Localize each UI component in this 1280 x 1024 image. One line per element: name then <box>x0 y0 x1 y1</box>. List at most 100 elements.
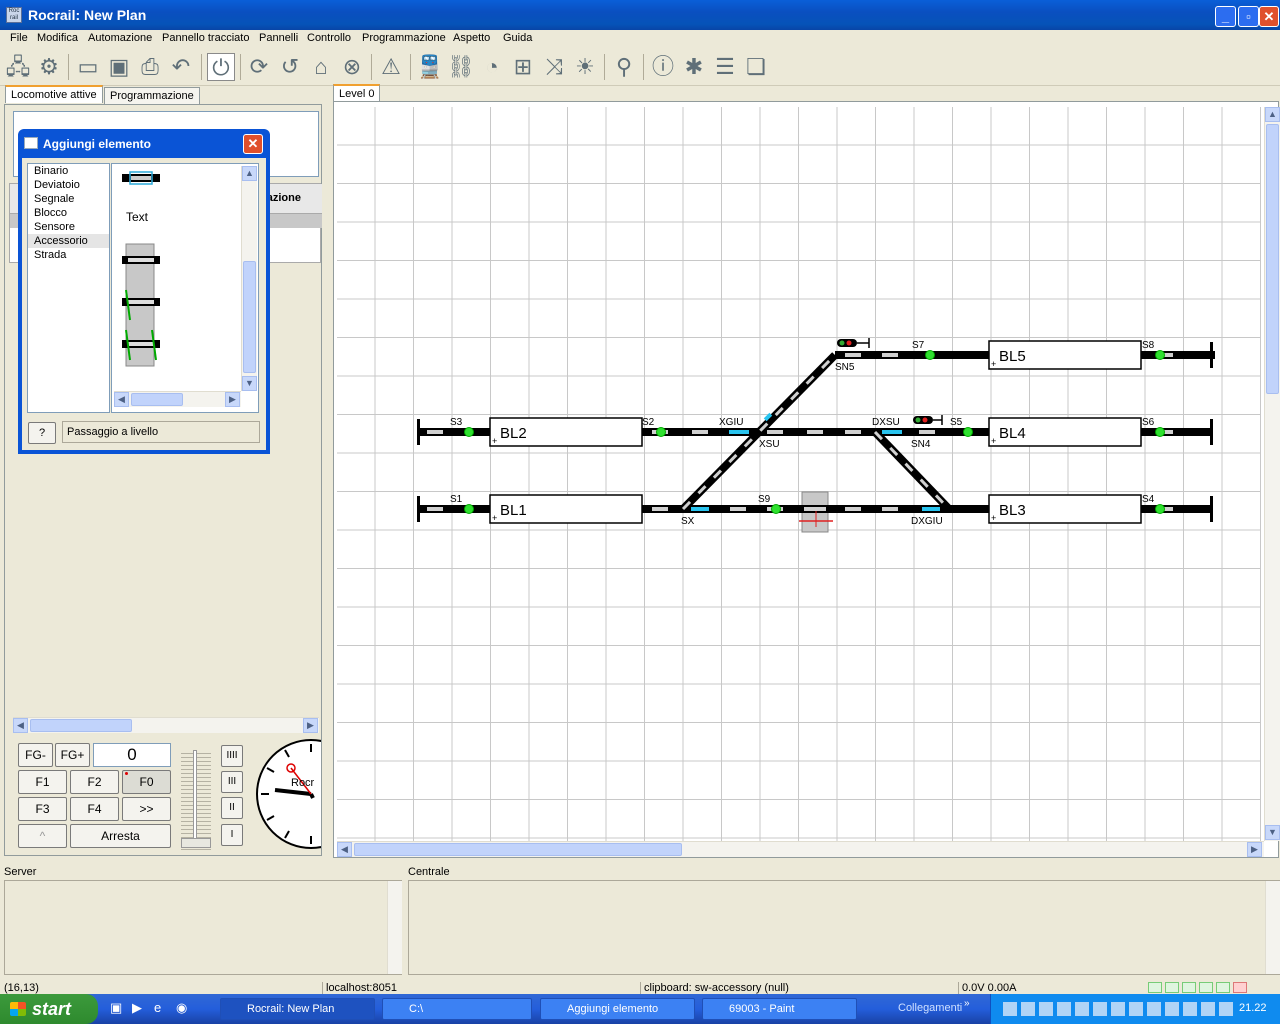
f3-button[interactable]: F3 <box>18 797 67 821</box>
bug-icon[interactable]: ✱ <box>680 53 708 81</box>
menu-pannelli[interactable]: Pannelli <box>259 32 298 44</box>
print-icon[interactable]: ⎙ <box>136 53 164 81</box>
block-bl4[interactable]: BL4 <box>999 425 1026 442</box>
scroll-up-arrow[interactable]: ▲ <box>242 166 257 181</box>
block-bl3[interactable]: BL3 <box>999 502 1026 519</box>
shuffle-icon[interactable]: ⤨ <box>540 53 568 81</box>
tab-level-0[interactable]: Level 0 <box>333 84 381 102</box>
list-icon[interactable]: ☰ <box>711 53 739 81</box>
plan-hscrollbar[interactable]: ◀ ▶ <box>337 841 1264 857</box>
open-icon[interactable]: ▭ <box>74 53 102 81</box>
close-button[interactable]: ✕ <box>1259 6 1279 27</box>
dialog-close-button[interactable]: ✕ <box>243 134 263 154</box>
desktop-icon[interactable]: ▣ <box>110 1000 122 1016</box>
category-sensore[interactable]: Sensore <box>28 220 109 234</box>
block-bl2[interactable]: BL2 <box>500 425 527 442</box>
element-preview-list[interactable]: Text ▲ ▼ ◀ ▶ <box>111 163 259 413</box>
media-player-icon[interactable]: ▶ <box>132 1000 142 1016</box>
light-icon[interactable]: ☀ <box>571 53 599 81</box>
help-button[interactable]: ? <box>28 422 56 444</box>
block-bl5[interactable]: BL5 <box>999 348 1026 365</box>
more-functions-button[interactable]: >> <box>122 797 171 821</box>
menu-aspetto[interactable]: Aspetto <box>453 32 490 44</box>
central-log[interactable] <box>408 880 1280 975</box>
category-accessorio[interactable]: Accessorio <box>28 234 109 248</box>
step-3-button[interactable]: III <box>221 771 243 793</box>
scroll-down-arrow[interactable]: ▼ <box>1265 825 1280 840</box>
settings-icon[interactable]: ⚙ <box>35 53 63 81</box>
server-log[interactable] <box>4 880 402 975</box>
loco-list-hscrollbar[interactable]: ◀ ▶ <box>13 717 319 733</box>
stop-button[interactable]: Arresta <box>70 824 171 848</box>
maximize-button[interactable]: ▫ <box>1238 6 1259 27</box>
menu-automazione[interactable]: Automazione <box>88 32 152 44</box>
cars-icon[interactable]: ⛓ <box>447 53 475 81</box>
category-binario[interactable]: Binario <box>28 164 109 178</box>
speed-slider[interactable] <box>181 750 211 850</box>
power-icon[interactable]: ⏻ <box>207 53 235 81</box>
search-icon[interactable]: ⚲ <box>610 53 638 81</box>
track-plan-canvas[interactable]: BL5 BL2 BL4 BL1 BL3 + + + + + S7 S8 SN5 S3 S… <box>337 107 1261 841</box>
plan-vscrollbar[interactable]: ▲ ▼ <box>1264 107 1280 841</box>
home-icon[interactable]: ⌂ <box>307 53 335 81</box>
undo-icon[interactable]: ↶ <box>167 53 195 81</box>
step-4-button[interactable]: IIII <box>221 745 243 767</box>
category-blocco[interactable]: Blocco <box>28 206 109 220</box>
category-deviatoio[interactable]: Deviatoio <box>28 178 109 192</box>
scroll-left-arrow[interactable]: ◀ <box>13 718 28 733</box>
reset-icon[interactable]: ↺ <box>276 53 304 81</box>
tab-programmazione[interactable]: Programmazione <box>104 87 200 104</box>
connect-icon[interactable]: 🖧 <box>4 53 32 81</box>
task-add-element[interactable]: Aggiungi elemento <box>540 998 695 1020</box>
scroll-right-arrow[interactable]: ▶ <box>303 718 318 733</box>
minimize-button[interactable]: _ <box>1215 6 1236 27</box>
save-icon[interactable]: ▣ <box>105 53 133 81</box>
task-rocrail[interactable]: Rocrail: New Plan <box>220 998 375 1020</box>
tray-icons[interactable] <box>1003 1002 1233 1016</box>
category-list[interactable]: Binario Deviatoio Segnale Blocco Sensore… <box>27 163 110 413</box>
menu-modifica[interactable]: Modifica <box>37 32 78 44</box>
pages-icon[interactable]: ❏ <box>742 53 770 81</box>
stop-icon[interactable]: ⊗ <box>338 53 366 81</box>
links-chevron-icon[interactable]: » <box>964 998 970 1009</box>
scroll-down-arrow[interactable]: ▼ <box>242 376 257 391</box>
block-bl1[interactable]: BL1 <box>500 502 527 519</box>
fg-minus-button[interactable]: FG- <box>18 743 53 767</box>
menu-controllo[interactable]: Controllo <box>307 32 351 44</box>
task-cmd[interactable]: C:\ <box>382 998 532 1020</box>
menu-file[interactable]: File <box>10 32 28 44</box>
menu-programmazione[interactable]: Programmazione <box>362 32 446 44</box>
chrome-icon[interactable]: ◉ <box>176 1000 187 1016</box>
warning-icon[interactable]: ⚠ <box>377 53 405 81</box>
category-segnale[interactable]: Segnale <box>28 192 109 206</box>
scroll-right-arrow[interactable]: ▶ <box>225 392 240 407</box>
tab-locomotive-attive[interactable]: Locomotive attive <box>5 85 103 103</box>
step-2-button[interactable]: II <box>221 797 243 819</box>
preview-hscrollbar[interactable]: ◀ ▶ <box>114 391 241 407</box>
speed-field[interactable]: 0 <box>93 743 171 767</box>
info-icon[interactable]: ⓘ <box>649 53 677 81</box>
scroll-left-arrow[interactable]: ◀ <box>114 392 129 407</box>
task-paint[interactable]: 69003 - Paint <box>702 998 857 1020</box>
f2-button[interactable]: F2 <box>70 770 119 794</box>
start-button[interactable]: start <box>0 994 98 1024</box>
fg-plus-button[interactable]: FG+ <box>55 743 90 767</box>
scroll-right-arrow[interactable]: ▶ <box>1247 842 1262 857</box>
menu-pannello-tracciato[interactable]: Pannello tracciato <box>162 32 249 44</box>
f1-button[interactable]: F1 <box>18 770 67 794</box>
gauge-icon[interactable]: ◔ <box>478 53 506 81</box>
locomotive-icon[interactable]: 🚆 <box>416 53 444 81</box>
f4-button[interactable]: F4 <box>70 797 119 821</box>
browser-icon[interactable]: e <box>154 1000 161 1015</box>
step-1-button[interactable]: I <box>221 824 243 846</box>
preview-vscrollbar[interactable]: ▲ ▼ <box>241 166 257 391</box>
sync-icon[interactable]: ⟳ <box>245 53 273 81</box>
scroll-up-arrow[interactable]: ▲ <box>1265 107 1280 122</box>
category-strada[interactable]: Strada <box>28 248 109 262</box>
scroll-left-arrow[interactable]: ◀ <box>337 842 352 857</box>
links-toolbar[interactable]: Collegamenti <box>898 1002 962 1014</box>
menu-guida[interactable]: Guida <box>503 32 532 44</box>
f0-button[interactable]: F0 <box>122 770 171 794</box>
routes-icon[interactable]: ⊞ <box>509 53 537 81</box>
direction-button[interactable]: ^ <box>18 824 67 848</box>
